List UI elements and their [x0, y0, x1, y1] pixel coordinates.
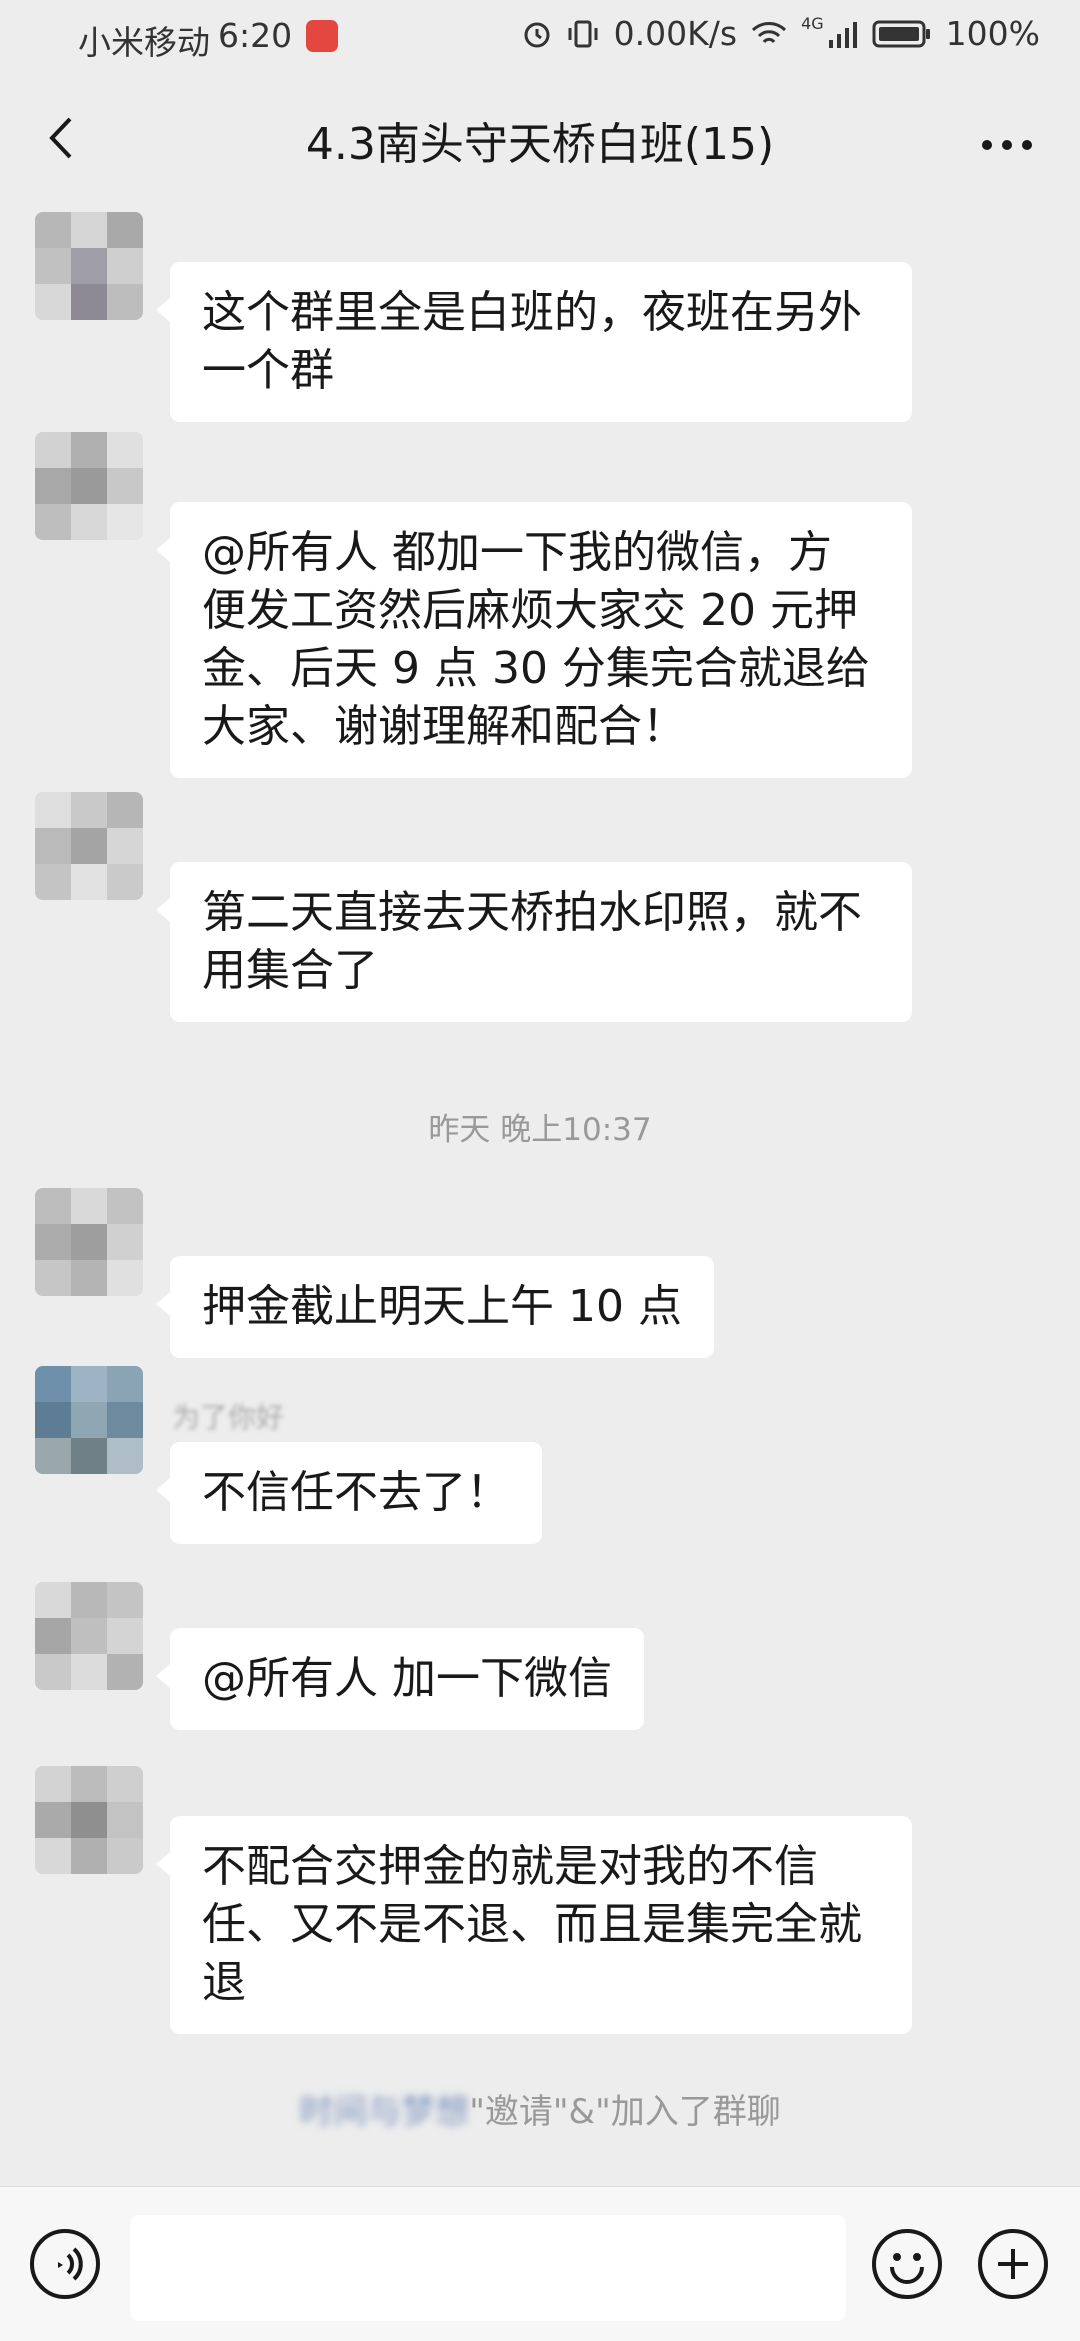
message-line: @所有人 都加一下我的微信，方: [202, 527, 832, 578]
message-input[interactable]: [130, 2215, 846, 2321]
message-bubble[interactable]: @所有人 都加一下我的微信，方 便发工资然后麻烦大家交 20 元押 金、后天 9…: [156, 502, 912, 778]
input-bar: [0, 2186, 1080, 2341]
invited-user-name[interactable]: 时间与梦想: [299, 2092, 469, 2132]
message-line: 便发工资然后麻烦大家交 20 元押: [202, 585, 858, 636]
message-line: 第二天直接去天桥拍水印照，就不: [202, 887, 862, 938]
message-bubble[interactable]: 押金截止明天上午 10 点: [156, 1256, 714, 1358]
message-line: 不配合交押金的就是对我的不信: [202, 1841, 818, 1892]
message-line: 不信任不去了！: [202, 1467, 510, 1518]
message-bubble[interactable]: 不配合交押金的就是对我的不信 任、又不是不退、而且是集完全就 退: [156, 1816, 912, 2034]
status-bar: 小米移动 6:20 0.00K/s 4G 100%: [0, 0, 1080, 75]
message-line: 这个群里全是白班的，夜班在另外: [202, 287, 862, 338]
message-line: 任、又不是不退、而且是集完全就: [202, 1899, 862, 1950]
wifi-icon: [752, 21, 787, 43]
message-line: 退: [202, 1957, 246, 2008]
system-message: 时间与梦想"邀请"&"加入了群聊: [0, 2084, 1080, 2133]
avatar[interactable]: [35, 1766, 143, 1874]
app-notification-icon: [306, 20, 338, 52]
message-bubble[interactable]: 第二天直接去天桥拍水印照，就不 用集合了: [156, 862, 912, 1022]
signal-icon: [828, 21, 857, 48]
battery-icon: [872, 20, 930, 47]
message-bubble[interactable]: 这个群里全是白班的，夜班在另外 一个群: [156, 262, 912, 422]
chat-header: 4.3南头守天桥白班(15): [0, 75, 1080, 200]
sender-name: 为了你好: [172, 1401, 285, 1434]
message-line: 押金截止明天上午 10 点: [202, 1281, 682, 1332]
avatar[interactable]: [35, 1366, 143, 1474]
avatar[interactable]: [35, 432, 143, 540]
chat-title: 4.3南头守天桥白班(15): [305, 119, 775, 170]
message-bubble[interactable]: @所有人 加一下微信: [156, 1628, 644, 1730]
avatar[interactable]: [35, 212, 143, 320]
more-horizontal-icon[interactable]: [982, 135, 1042, 150]
timestamp: 昨天 晚上10:37: [428, 1112, 652, 1148]
carrier-label: 小米移动: [78, 23, 210, 62]
message-line: @所有人 加一下微信: [202, 1653, 612, 1704]
clock: 6:20: [218, 16, 293, 55]
system-message-text: "邀请"&"加入了群聊: [469, 2092, 781, 2132]
avatar[interactable]: [35, 792, 143, 900]
avatar[interactable]: [35, 1188, 143, 1296]
message-line: 大家、谢谢理解和配合！: [202, 701, 686, 752]
vibrate-icon: [568, 20, 598, 47]
message-line: 一个群: [202, 345, 334, 396]
message-bubble[interactable]: 不信任不去了！: [156, 1442, 542, 1544]
network-type: 4G: [801, 14, 824, 33]
emoji-icon[interactable]: [872, 2229, 942, 2299]
message-line: 金、后天 9 点 30 分集完合就退给: [202, 643, 870, 694]
avatar[interactable]: [35, 1582, 143, 1690]
network-speed: 0.00K/s: [613, 14, 738, 53]
battery-percent: 100%: [945, 14, 1040, 53]
alarm-icon: [524, 22, 550, 47]
plus-circle-icon[interactable]: [978, 2229, 1048, 2299]
voice-icon[interactable]: [30, 2229, 100, 2299]
message-line: 用集合了: [202, 945, 378, 996]
